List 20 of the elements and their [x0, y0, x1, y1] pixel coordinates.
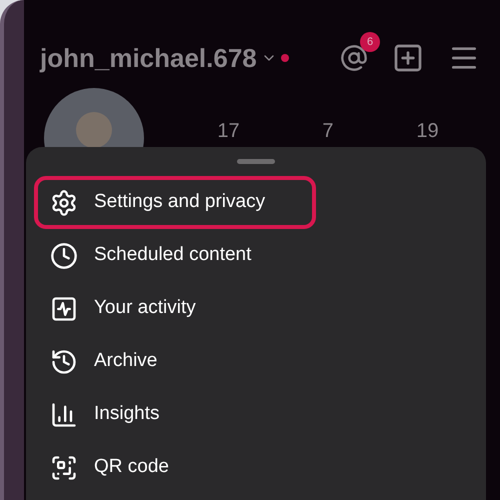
qr-code-icon	[50, 454, 78, 482]
stat-count: 19	[416, 119, 439, 144]
threads-icon[interactable]	[340, 44, 368, 72]
notification-badge: 6	[360, 32, 380, 52]
stat-count: 17	[217, 119, 240, 144]
menu-item[interactable]: QR code	[34, 441, 316, 494]
history-icon	[50, 348, 78, 376]
menu-item[interactable]: Your activity	[34, 282, 316, 335]
activity-icon	[50, 294, 78, 322]
stat-count: 7	[322, 119, 334, 144]
gear-icon	[50, 188, 78, 216]
menu-item[interactable]: Scheduled content	[34, 229, 316, 282]
menu-item[interactable]: Settings and privacy	[34, 176, 316, 229]
add-icon[interactable]	[392, 42, 424, 74]
menu-item[interactable]: Archive	[34, 335, 316, 388]
bar-chart-icon	[50, 400, 78, 428]
menu-item[interactable]: Insights	[34, 388, 316, 441]
clock-icon	[50, 242, 78, 270]
drag-handle[interactable]	[237, 159, 275, 164]
username[interactable]: john_michael.678	[40, 38, 257, 78]
